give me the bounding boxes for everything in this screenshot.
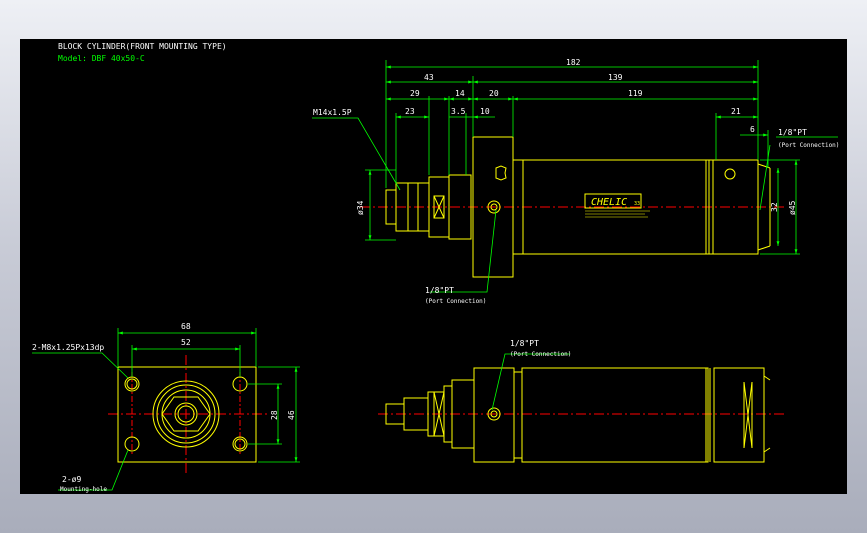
dim-52: 52 xyxy=(181,338,191,347)
side-flange xyxy=(473,367,515,463)
port-right-sub: (Port Connection) xyxy=(778,142,839,149)
top-dimensions xyxy=(312,60,838,293)
side-port-label: 1/8"PT xyxy=(510,339,539,348)
brand-text: CHELIC xyxy=(591,197,627,208)
dim-14: 14 xyxy=(455,89,465,98)
dim-119: 119 xyxy=(628,89,643,98)
cad-drawing: BLOCK CYLINDER(FRONT MOUNTING TYPE) Mode… xyxy=(32,42,839,493)
viewer-frame: BLOCK CYLINDER(FRONT MOUNTING TYPE) Mode… xyxy=(0,0,867,533)
brand-suffix: 33 xyxy=(634,201,640,207)
dim-32: 32 xyxy=(770,202,779,212)
dim-10: 10 xyxy=(480,107,490,116)
side-tube xyxy=(521,367,709,463)
dim-43: 43 xyxy=(424,73,434,82)
top-view: CHELIC 33 182 43 139 29 14 20 119 23 3.5… xyxy=(312,58,839,305)
drawing-title: BLOCK CYLINDER(FRONT MOUNTING TYPE) xyxy=(58,42,227,51)
port-right-label: 1/8"PT xyxy=(778,128,807,137)
dim-46: 46 xyxy=(287,410,296,420)
dim-29: 29 xyxy=(410,89,420,98)
drawing-model: Model: DBF 40x50-C xyxy=(58,54,145,63)
dim-20: 20 xyxy=(489,89,499,98)
tap-label: 2-M8x1.25Px13dp xyxy=(32,343,104,352)
port-bottom-label: 1/8"PT xyxy=(425,286,454,295)
port-bottom-sub: (Port Connection) xyxy=(425,298,486,305)
thread-label: M14x1.5P xyxy=(313,108,352,117)
front-flange xyxy=(472,136,524,278)
dim-28: 28 xyxy=(270,410,279,420)
dim-21: 21 xyxy=(731,107,741,116)
dim-6: 6 xyxy=(750,125,755,134)
dim-182: 182 xyxy=(566,58,581,67)
brand-plate: CHELIC 33 xyxy=(584,193,650,218)
side-port-sub: (Port Connection) xyxy=(510,351,571,358)
dim-dia34: ø34 xyxy=(356,200,365,215)
dim-3-5: 3.5 xyxy=(451,107,466,116)
hole-sub: Mounting-hole xyxy=(60,486,107,493)
dim-68: 68 xyxy=(181,322,191,331)
dim-dia45: ø45 xyxy=(788,200,797,215)
front-view: 68 52 28 46 2-M8x1.25Px13dp 2-ø9 Mountin… xyxy=(32,322,300,493)
dim-23: 23 xyxy=(405,107,415,116)
hole-label: 2-ø9 xyxy=(62,475,81,484)
dim-139: 139 xyxy=(608,73,623,82)
side-view: 1/8"PT (Port Connection) xyxy=(378,339,786,463)
drawing-sheet: BLOCK CYLINDER(FRONT MOUNTING TYPE) Mode… xyxy=(20,39,847,494)
